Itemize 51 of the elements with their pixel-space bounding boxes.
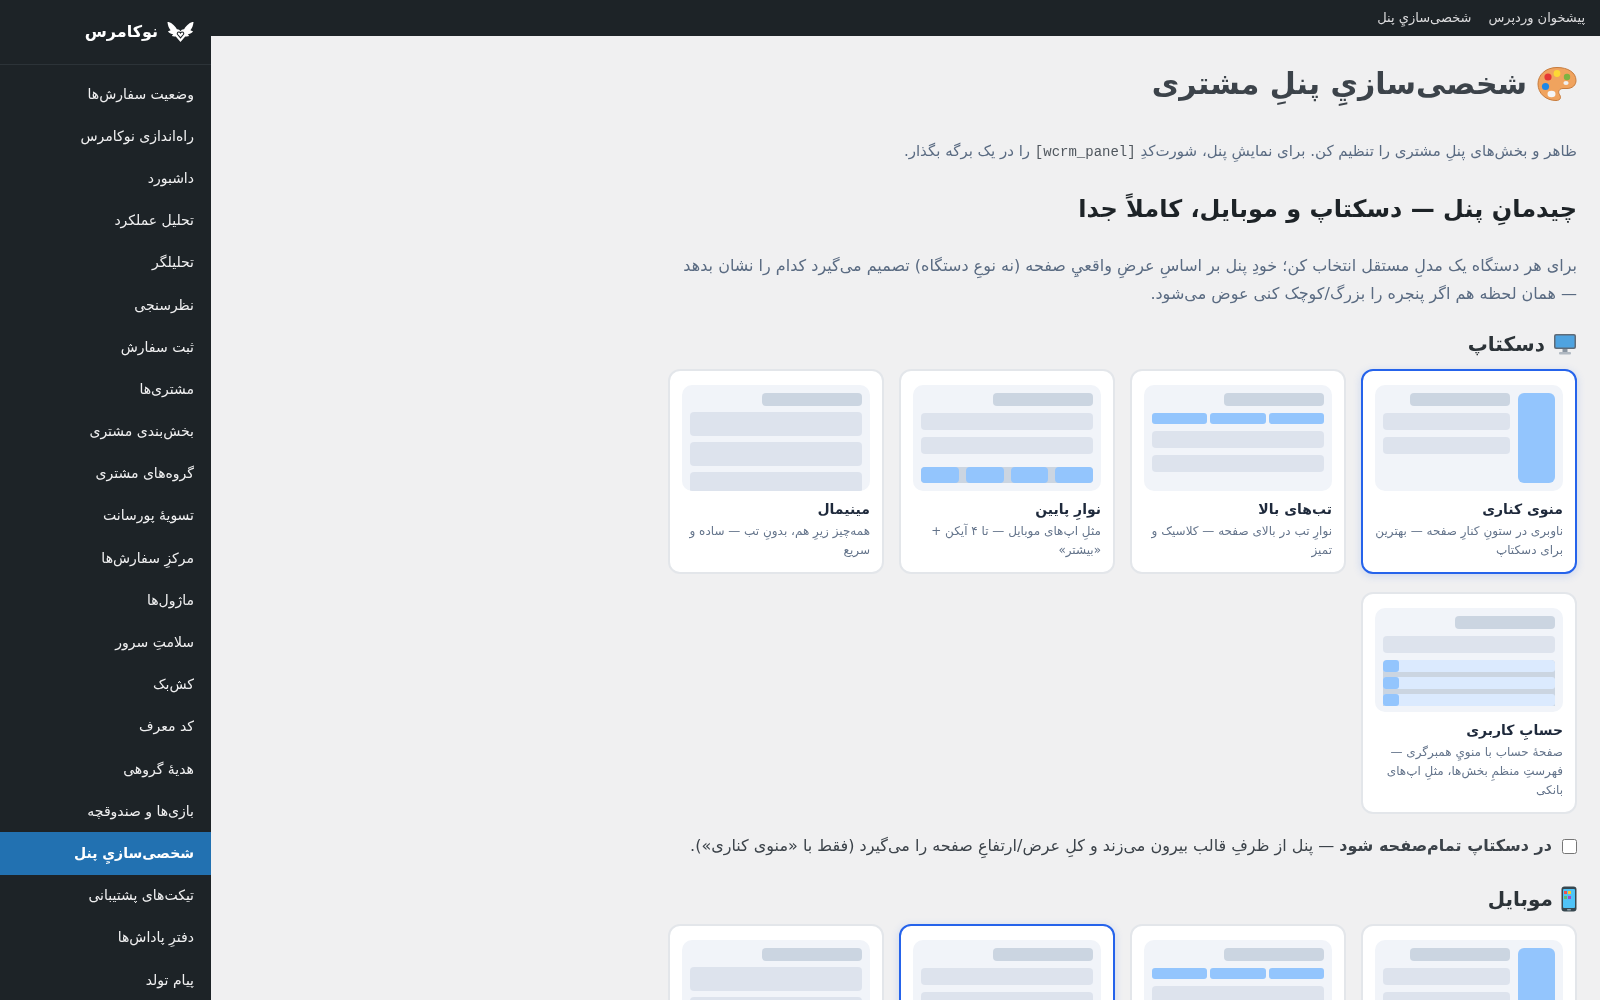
brand-name: نوکامرس (84, 21, 158, 43)
sidebar-item[interactable]: راه‌اندازی نوکامرس (0, 115, 211, 158)
layout-option-card[interactable]: نوارِ پایین مثلِ اپ‌های موبایل — تا ۴ آیکن + «بیشتر» (899, 369, 1115, 574)
sidebar-item[interactable]: ماژول‌ها (0, 579, 211, 622)
option-title: حسابِ کاربری (1465, 721, 1563, 740)
sidebar-item[interactable]: بخش‌بندی مشتری (0, 410, 211, 453)
layout-option-card[interactable]: مینیمال همه‌چیز زیرِ هم، بدونِ تب — ساده و سریع (668, 369, 884, 574)
checkbox-label: در دسکتاپ تمام‌صفحه شود — پنل از ظرفِ قالب بیرون می‌زند و کلِ عرض/ارتفاعِ صفحه را می‌گیرد (فقط با «منوی کناری»). (690, 834, 1552, 858)
winged-heart-icon (167, 21, 194, 43)
sidebar-item[interactable]: هدیهٔ گروهی (0, 748, 211, 791)
option-description: ناوبری در ستونِ کنارِ صفحه — بهترین برای دسکتاپ (1375, 523, 1563, 559)
option-description: صفحهٔ حساب با منويِ همبرگری — فهرستِ منظمِ بخش‌ها، مثلِ اپ‌های بانکی (1385, 744, 1563, 799)
layout-option-card[interactable]: منوی کناری ناوبری در ستونِ کنارِ صفحه — بهترین برای دسکتاپ (1361, 369, 1577, 574)
top-bar-link[interactable]: شخصی‌سازيِ پنل (1377, 8, 1472, 28)
top-bar-link[interactable]: پیشخوان وردپرس (1488, 8, 1585, 28)
sidebar-item[interactable]: وضعیت سفارش‌ها (0, 73, 211, 116)
layout-option-card[interactable]: حسابِ کاربری صفحهٔ حساب با منويِ همبرگری — فهرستِ منظمِ بخش‌ها، مثلِ اپ‌های بانکی (1361, 592, 1577, 814)
option-description: نوارِ تب در بالای صفحه — کلاسیک و تمیز (1150, 523, 1332, 560)
sidebar-item[interactable]: تیکت‌های پشتیبانی (0, 874, 211, 917)
palette-icon (1537, 66, 1577, 102)
sidebar-item[interactable]: کد معرف (0, 705, 211, 748)
layout-option-card[interactable]: تب‌های بالا نوارِ تب در بالای صفحه — کلاسیک و تمیز (1130, 369, 1346, 574)
sidebar-item[interactable]: داشبورد (0, 157, 211, 200)
option-description: همه‌چیز زیرِ هم، بدونِ تب — ساده و سریع (688, 523, 870, 559)
option-title: منوی کناری (1481, 500, 1563, 519)
section-heading: چیدمانِ پنل — دسکتاپ و موبایل، کاملاً جدا (1077, 192, 1577, 226)
sidebar-item[interactable]: کش‌بک (0, 663, 211, 706)
desktop-computer-icon (1553, 333, 1577, 355)
option-title: مینیمال (816, 500, 870, 519)
sidebar-item[interactable]: مرکزِ سفارش‌ها (0, 537, 211, 580)
sidebar-item[interactable]: مشتری‌ها (0, 368, 211, 411)
sidebar-item[interactable]: تسویهٔ پورسانت (0, 494, 211, 538)
sidebar-item[interactable]: تحلیلگر (0, 241, 211, 284)
option-title: نوارِ پایین (913, 499, 1101, 519)
sidebar-item[interactable]: تحلیل عملکرد (0, 199, 211, 242)
sidebar-item[interactable]: سلامتِ سرور (0, 621, 211, 664)
sidebar-item[interactable]: پیام تولد (0, 958, 211, 1000)
sidebar-item[interactable]: نظرسنجی (0, 283, 211, 327)
device-heading: موبایل (1487, 886, 1553, 913)
mobile-phone-icon (1561, 886, 1577, 912)
sidebar-item[interactable]: بازی‌ها و صندوقچه (0, 790, 211, 833)
section-description: برای هر دستگاه یک مدلِ مستقل انتخاب کن؛ خودِ پنل بر اساسِ عرضِ واقعيِ صفحه (نه نوعِ دستگاه) تصمیم می‌گیرد کدام را نشان بدهد — همان لحظه هم اگر پنجره را بزرگ/کوچک کنی عوض می‌شود. (682, 255, 1577, 306)
device-heading: دسکتاپ (1467, 331, 1545, 358)
option-description: مثلِ اپ‌های موبایل — تا ۴ آیکن + «بیشتر» (930, 522, 1101, 559)
sidebar-item[interactable]: دفترِ پاداش‌ها (0, 916, 211, 959)
sidebar-item[interactable]: شخصی‌سازيِ پنل (0, 832, 211, 875)
fullscreen-checkbox[interactable] (1562, 838, 1577, 854)
sidebar-item[interactable]: گروه‌های مشتری (0, 452, 211, 495)
sidebar-item[interactable]: ثبت سفارش (0, 326, 211, 369)
option-title: تب‌های بالا (1257, 500, 1332, 519)
page-title: شخصی‌سازيِ پنلِ مشتری (1151, 63, 1527, 105)
